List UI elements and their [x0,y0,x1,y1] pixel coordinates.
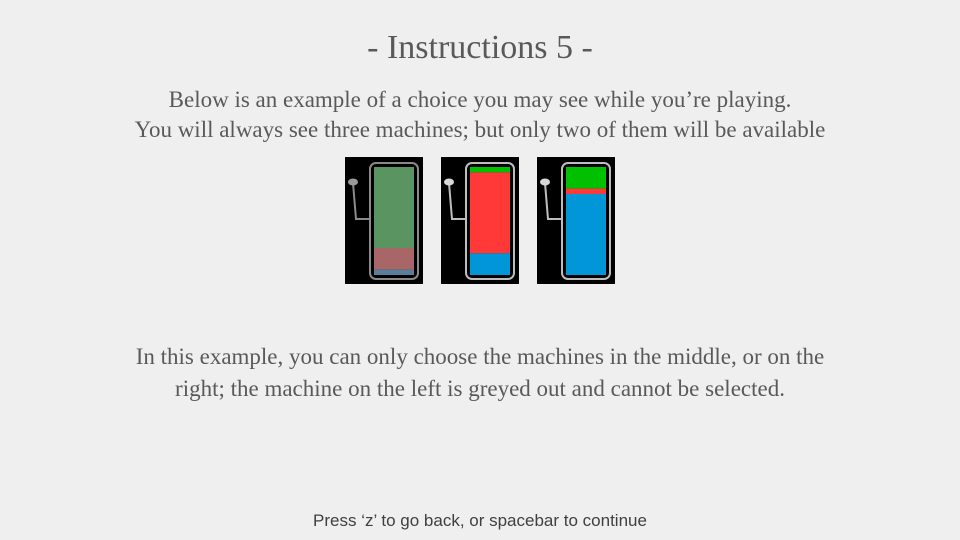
page-title: - Instructions 5 - [367,29,593,66]
lever-knob [348,178,358,186]
explanation-line-1: In this example, you can only choose the… [135,344,825,369]
lever-arm [544,182,562,220]
outcome-segment [566,167,606,189]
intro-text: Below is an example of a choice you may … [0,85,960,145]
outcome-segment [374,167,414,248]
intro-line-2: You will always see three machines; but … [134,117,826,142]
instructions-page: - Instructions 5 - Below is an example o… [0,0,960,540]
outcome-segment [470,172,510,254]
lever-knob [444,178,454,186]
navigation-hint: Press ‘z’ to go back, or spacebar to con… [313,511,647,530]
machines-row [0,157,960,284]
intro-line-1: Below is an example of a choice you may … [168,87,792,112]
outcome-segment [566,188,606,194]
outcome-segment [470,253,510,275]
outcome-segment [470,167,510,173]
explanation-text: In this example, you can only choose the… [0,341,960,405]
lever-arm [352,182,370,220]
outcome-segment [374,248,414,270]
lever-knob [540,178,550,186]
outcome-segment [566,194,606,275]
machine-graphic [348,162,419,280]
slot-machine-right [537,157,615,284]
outcome-segment [374,269,414,275]
slot-machine-left [345,157,423,284]
machine-graphic [540,162,611,280]
lever-arm [448,182,466,220]
slot-machine-middle [441,157,519,284]
explanation-line-2: right; the machine on the left is greyed… [175,376,785,401]
machine-graphic [444,162,515,280]
